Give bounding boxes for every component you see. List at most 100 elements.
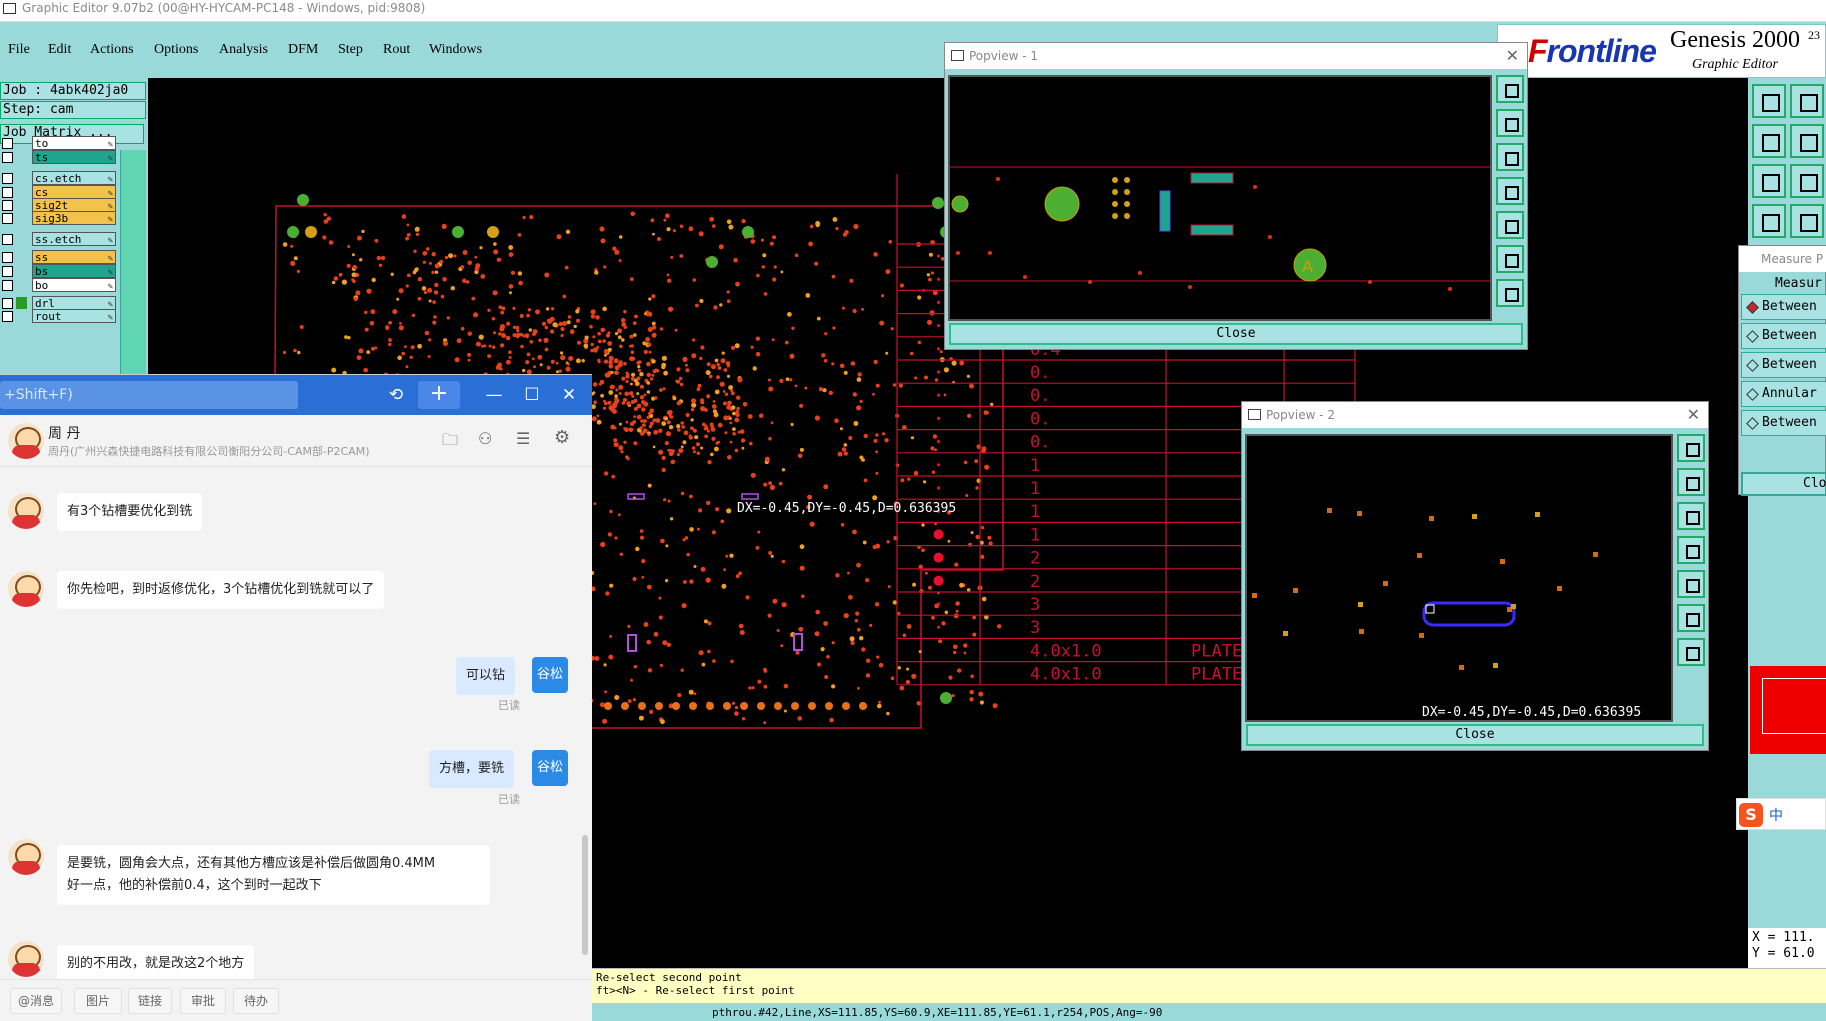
layer-name[interactable]: rout ✎ bbox=[32, 309, 116, 323]
layer-checkbox[interactable] bbox=[2, 280, 13, 291]
maximize-icon[interactable]: ☐ bbox=[520, 383, 544, 407]
layer-row-bs[interactable]: bs ✎ bbox=[0, 264, 118, 278]
layer-name[interactable]: sig2t ✎ bbox=[32, 198, 116, 212]
zoom-in-button[interactable] bbox=[1752, 204, 1786, 238]
layer-name[interactable]: bo ✎ bbox=[32, 278, 116, 292]
layer-checkbox[interactable] bbox=[2, 266, 13, 277]
layer-row-cs.etch[interactable]: cs.etch ✎ bbox=[0, 171, 118, 185]
measure-close-button[interactable]: Clo bbox=[1741, 472, 1826, 496]
chip-todo[interactable]: 待办 bbox=[233, 988, 279, 1014]
menu-rout[interactable]: Rout bbox=[383, 42, 410, 58]
sender-avatar[interactable] bbox=[8, 493, 44, 529]
layer-checkbox[interactable] bbox=[2, 252, 13, 263]
view-right-button[interactable] bbox=[1790, 124, 1824, 158]
menu-edit[interactable]: Edit bbox=[48, 42, 71, 58]
menu-file[interactable]: File bbox=[8, 42, 30, 58]
my-avatar[interactable]: 谷松 bbox=[532, 657, 568, 693]
close-icon[interactable]: ✕ bbox=[557, 383, 581, 407]
layer-row-rout[interactable]: rout ✎ bbox=[0, 309, 118, 323]
layer-row-ts[interactable]: ts ✎ bbox=[0, 150, 118, 164]
layer-row-to[interactable]: to ✎ bbox=[0, 136, 118, 150]
chip-links[interactable]: 链接 bbox=[128, 988, 172, 1014]
popview-pan-left-button[interactable] bbox=[1496, 177, 1524, 205]
popview-pan-right-button[interactable] bbox=[1496, 211, 1524, 239]
menu-dfm[interactable]: DFM bbox=[288, 42, 318, 58]
layer-name[interactable]: cs.etch ✎ bbox=[32, 171, 116, 185]
menu-analysis[interactable]: Analysis bbox=[219, 42, 268, 58]
add-member-icon[interactable]: ⚇ bbox=[478, 429, 492, 448]
popview-zoom-button[interactable] bbox=[1496, 75, 1524, 103]
layer-row-ss[interactable]: ss ✎ bbox=[0, 250, 118, 264]
layer-row-sig2t[interactable]: sig2t ✎ bbox=[0, 198, 118, 212]
view-down-button[interactable] bbox=[1790, 84, 1824, 118]
popview-pan-down-button[interactable] bbox=[1677, 502, 1705, 530]
measure-between-4[interactable]: Between bbox=[1741, 410, 1826, 436]
layer-name[interactable]: ss.etch ✎ bbox=[32, 232, 116, 246]
measure-between-1[interactable]: Between bbox=[1741, 294, 1826, 320]
view-home-button[interactable] bbox=[1752, 84, 1786, 118]
measure-between-3[interactable]: Between bbox=[1741, 352, 1826, 378]
layer-name[interactable]: cs ✎ bbox=[32, 185, 116, 199]
popview-fit-button[interactable] bbox=[1677, 604, 1705, 632]
layer-checkbox[interactable] bbox=[2, 152, 13, 163]
view-left-button[interactable] bbox=[1752, 124, 1786, 158]
popview-zoom-button[interactable] bbox=[1677, 434, 1705, 462]
view-fit-button[interactable] bbox=[1752, 164, 1786, 198]
chip-approval[interactable]: 审批 bbox=[180, 988, 226, 1014]
popview-pan-up-button[interactable] bbox=[1677, 468, 1705, 496]
layer-checkbox[interactable] bbox=[2, 138, 13, 149]
folder-icon[interactable]: 🗀 bbox=[442, 429, 458, 456]
layer-checkbox[interactable] bbox=[2, 213, 13, 224]
ime-mode[interactable]: 中 bbox=[1769, 805, 1783, 825]
sender-avatar[interactable] bbox=[8, 839, 44, 875]
menu-windows[interactable]: Windows bbox=[429, 42, 482, 58]
menu-options[interactable]: Options bbox=[154, 42, 198, 58]
menu-step[interactable]: Step bbox=[338, 42, 363, 58]
popview-fit-button[interactable] bbox=[1496, 245, 1524, 273]
contact-avatar[interactable] bbox=[8, 423, 44, 459]
layer-row-ss.etch[interactable]: ss.etch ✎ bbox=[0, 232, 118, 246]
layer-name[interactable]: ts ✎ bbox=[32, 150, 116, 164]
popview-2-view[interactable]: DX=-0.45,DY=-0.45,D=0.636395 bbox=[1245, 434, 1673, 722]
chat-search-input[interactable]: +Shift+F) bbox=[0, 381, 298, 409]
layer-checkbox[interactable] bbox=[2, 200, 13, 211]
layer-checkbox[interactable] bbox=[2, 298, 13, 309]
my-avatar[interactable]: 谷松 bbox=[532, 750, 568, 786]
close-icon[interactable]: ✕ bbox=[1687, 402, 1700, 428]
layer-name[interactable]: ss ✎ bbox=[32, 250, 116, 264]
chip-images[interactable]: 图片 bbox=[74, 988, 122, 1014]
layer-row-drl[interactable]: drl ✎ bbox=[0, 296, 118, 310]
measure-annular[interactable]: Annular bbox=[1741, 381, 1826, 407]
layer-row-bo[interactable]: bo ✎ bbox=[0, 278, 118, 292]
add-button[interactable]: + bbox=[418, 381, 460, 409]
layer-checkbox[interactable] bbox=[2, 234, 13, 245]
close-icon[interactable]: ✕ bbox=[1506, 43, 1519, 69]
popview-pan-left-button[interactable] bbox=[1677, 536, 1705, 564]
popview-2-close-button[interactable]: Close bbox=[1246, 724, 1704, 746]
layer-name[interactable]: sig3b ✎ bbox=[32, 211, 116, 225]
sender-avatar[interactable] bbox=[8, 941, 44, 977]
layer-checkbox[interactable] bbox=[2, 311, 13, 322]
zoom-out-button[interactable] bbox=[1790, 204, 1824, 238]
settings-icon[interactable]: ⚙ bbox=[554, 427, 570, 448]
popview-pan-up-button[interactable] bbox=[1496, 109, 1524, 137]
chip-mention[interactable]: @消息 bbox=[10, 988, 62, 1014]
popview-1-view[interactable]: A bbox=[948, 75, 1492, 321]
popview-1-close-button[interactable]: Close bbox=[949, 323, 1523, 345]
measure-between-2[interactable]: Between bbox=[1741, 323, 1826, 349]
layer-list-scrollbar[interactable] bbox=[120, 150, 146, 374]
history-icon[interactable]: ⟲ bbox=[384, 383, 408, 407]
ime-toolbar[interactable]: S 中 bbox=[1736, 798, 1826, 830]
layer-row-sig3b[interactable]: sig3b ✎ bbox=[0, 211, 118, 225]
menu-actions[interactable]: Actions bbox=[90, 42, 134, 58]
popview-pan-right-button[interactable] bbox=[1677, 570, 1705, 598]
view-center-button[interactable] bbox=[1790, 164, 1824, 198]
chat-scrollbar[interactable] bbox=[582, 835, 588, 955]
popview-center-button[interactable] bbox=[1677, 638, 1705, 666]
popview-center-button[interactable] bbox=[1496, 279, 1524, 307]
layer-name[interactable]: to ✎ bbox=[32, 136, 116, 150]
layer-row-cs[interactable]: cs ✎ bbox=[0, 185, 118, 199]
search-history-icon[interactable]: ☰ bbox=[516, 429, 530, 448]
layer-name[interactable]: drl ✎ bbox=[32, 296, 116, 310]
sender-avatar[interactable] bbox=[8, 571, 44, 607]
